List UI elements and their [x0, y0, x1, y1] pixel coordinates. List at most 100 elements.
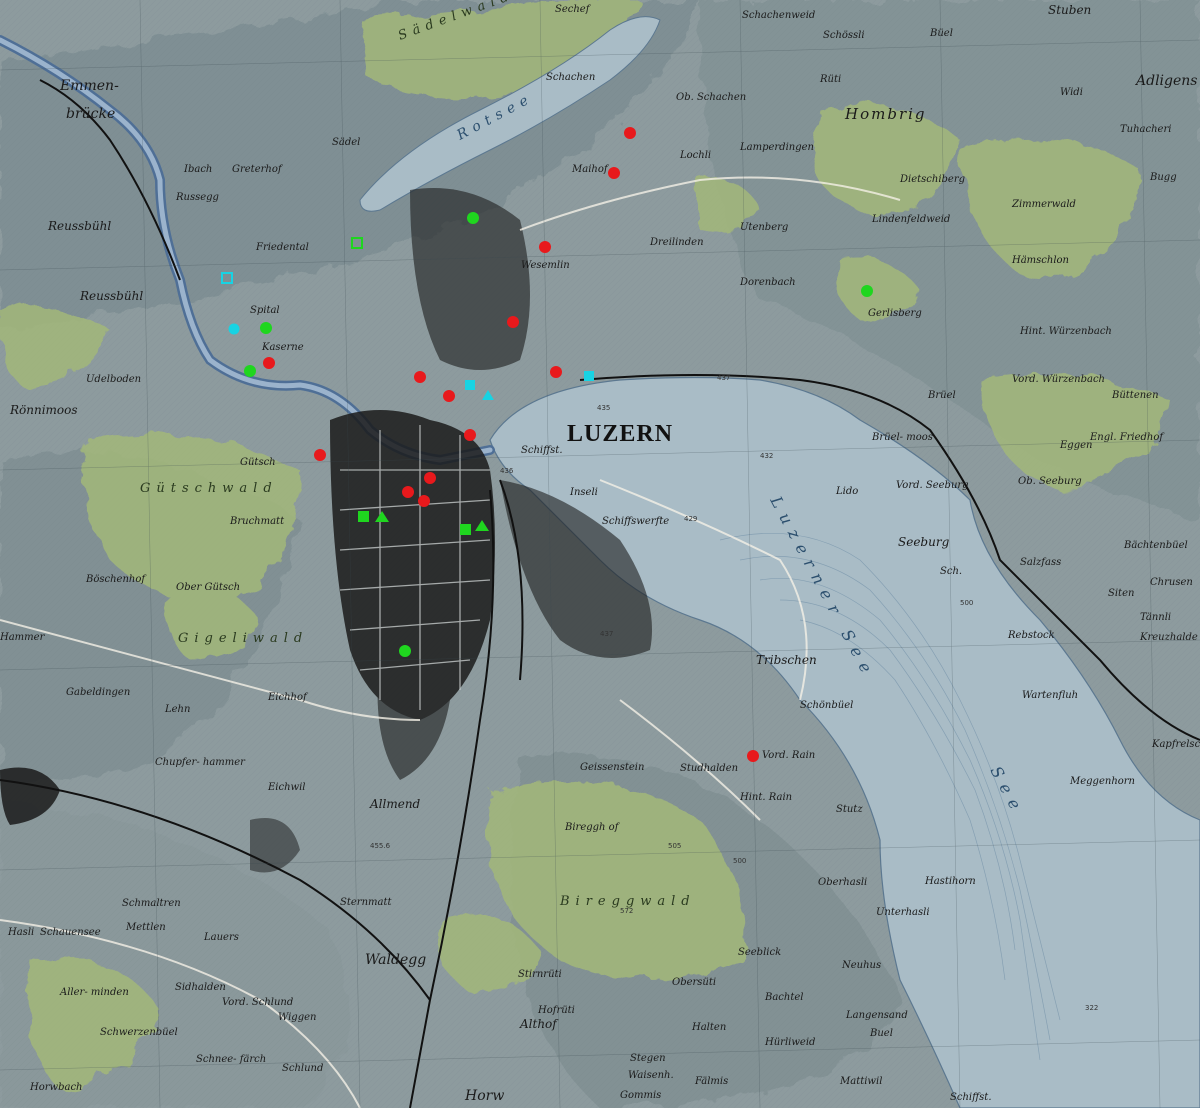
place-label: Aller- minden — [59, 987, 129, 998]
place-label: Mattiwil — [839, 1076, 882, 1087]
place-label: Hombrig — [844, 105, 927, 123]
place-label: Gerlisberg — [868, 308, 922, 319]
place-label: Lochli — [679, 150, 711, 161]
red-circle-marker[interactable] — [263, 357, 275, 369]
place-label: Büel — [929, 28, 953, 39]
place-label: Brüel — [927, 390, 956, 401]
place-label: Vord. Schlund — [222, 997, 293, 1008]
cyan-square-marker[interactable] — [465, 380, 475, 390]
place-label: Schwerzenbüel — [100, 1027, 178, 1038]
place-label: Dietschiberg — [899, 174, 965, 185]
red-circle-marker[interactable] — [464, 429, 476, 441]
place-label: Emmen- — [59, 78, 119, 94]
place-label: Lindenfeldweid — [871, 214, 950, 225]
red-circle-marker[interactable] — [443, 390, 455, 402]
place-label: Tännli — [1140, 612, 1171, 623]
place-label: Spital — [250, 305, 280, 316]
place-label: Inseli — [569, 487, 598, 498]
place-label: Fälmis — [694, 1076, 728, 1087]
place-label: Waldegg — [365, 952, 426, 968]
place-label: Hammer — [0, 632, 46, 643]
place-label: Salzfass — [1020, 557, 1061, 568]
red-circle-marker[interactable] — [402, 486, 414, 498]
red-circle-marker[interactable] — [507, 316, 519, 328]
place-label: Ob. Schachen — [676, 92, 746, 103]
green-square-marker[interactable] — [358, 511, 369, 522]
place-label: Vord. Seeburg — [896, 480, 969, 491]
place-label: Mettlen — [125, 922, 166, 933]
red-circle-marker[interactable] — [539, 241, 551, 253]
place-label: Zimmerwald — [1011, 199, 1076, 210]
place-label: Stirnrüti — [518, 969, 562, 980]
green-marker[interactable] — [244, 365, 256, 377]
green-marker[interactable] — [861, 285, 873, 297]
red-circle-marker[interactable] — [550, 366, 562, 378]
place-label: Schlund — [282, 1063, 323, 1074]
svg-text:435: 435 — [597, 404, 610, 412]
place-label: Utenberg — [740, 222, 788, 233]
place-label: Bireggh of — [564, 822, 621, 833]
red-circle-marker[interactable] — [608, 167, 620, 179]
place-label: Chupfer- hammer — [155, 757, 246, 768]
place-label: brücke — [66, 106, 115, 122]
place-label: Unterhasli — [876, 907, 930, 918]
red-circle-marker[interactable] — [418, 495, 430, 507]
place-label: Siten — [1108, 588, 1134, 599]
place-label: Kapfrelsch — [1151, 739, 1200, 750]
place-label: Bachtel — [764, 992, 804, 1003]
red-circle-marker[interactable] — [624, 127, 636, 139]
place-label: Schiffst. — [950, 1092, 992, 1103]
place-label: Meggenhorn — [1069, 776, 1135, 787]
green-marker[interactable] — [399, 645, 411, 657]
red-circle-marker[interactable] — [414, 371, 426, 383]
place-label: Seeblick — [738, 947, 781, 958]
place-label: Hint. Rain — [739, 792, 792, 803]
red-circle-marker[interactable] — [314, 449, 326, 461]
place-label: Schiffst. — [521, 445, 563, 456]
place-label: Lehn — [164, 704, 190, 715]
place-label: Adligens — [1134, 73, 1197, 89]
cyan-square-marker[interactable] — [584, 371, 594, 381]
place-label: Hasli — [7, 927, 34, 938]
place-label: Geissenstein — [580, 762, 644, 773]
svg-text:437: 437 — [600, 630, 613, 638]
place-label: Chrusen — [1150, 577, 1193, 588]
place-label: Schössli — [823, 30, 865, 41]
place-label: Eggen — [1059, 440, 1092, 451]
place-label: Schauensee — [40, 927, 101, 938]
red-circle-marker[interactable] — [747, 750, 759, 762]
svg-text:437: 437 — [717, 374, 730, 382]
place-label: Gommis — [620, 1090, 661, 1101]
place-label: Kreuzhalde — [1139, 632, 1198, 643]
red-circle-marker[interactable] — [424, 472, 436, 484]
place-label: Lamperdingen — [739, 142, 814, 153]
place-label: Waisenh. — [628, 1070, 674, 1081]
place-label: Widi — [1060, 87, 1083, 98]
place-label: Gütsch — [240, 457, 276, 468]
place-label: Bugg — [1149, 172, 1177, 183]
topographic-map: LUZERN Rotsee Luzerner See See Sädelwald… — [0, 0, 1200, 1108]
place-label: Ober Gütsch — [176, 582, 240, 593]
green-marker[interactable] — [260, 322, 272, 334]
place-label: Gabeldingen — [66, 687, 130, 698]
place-label: Sidhalden — [175, 982, 226, 993]
place-label: Sechef — [555, 4, 592, 15]
green-square-marker[interactable] — [460, 524, 471, 535]
place-label: Stegen — [630, 1053, 666, 1064]
green-marker[interactable] — [467, 212, 479, 224]
place-label: Obersüti — [672, 977, 716, 988]
place-label: Hürliweid — [764, 1037, 815, 1048]
svg-text:432: 432 — [760, 452, 773, 460]
cyan-marker[interactable] — [228, 323, 240, 335]
place-label: Oberhasli — [818, 877, 867, 888]
place-label: Hint. Würzenbach — [1019, 326, 1112, 337]
place-label: Rönnimoos — [9, 403, 78, 417]
svg-text:322: 322 — [1085, 1004, 1098, 1012]
place-label: Schmaltren — [122, 898, 181, 909]
svg-text:505: 505 — [668, 842, 681, 850]
place-label: Wesemlin — [521, 260, 570, 271]
place-label: Lido — [835, 486, 858, 497]
place-label: Horw — [464, 1088, 504, 1104]
place-label: Hastihorn — [924, 876, 976, 887]
place-label: Stutz — [836, 804, 863, 815]
